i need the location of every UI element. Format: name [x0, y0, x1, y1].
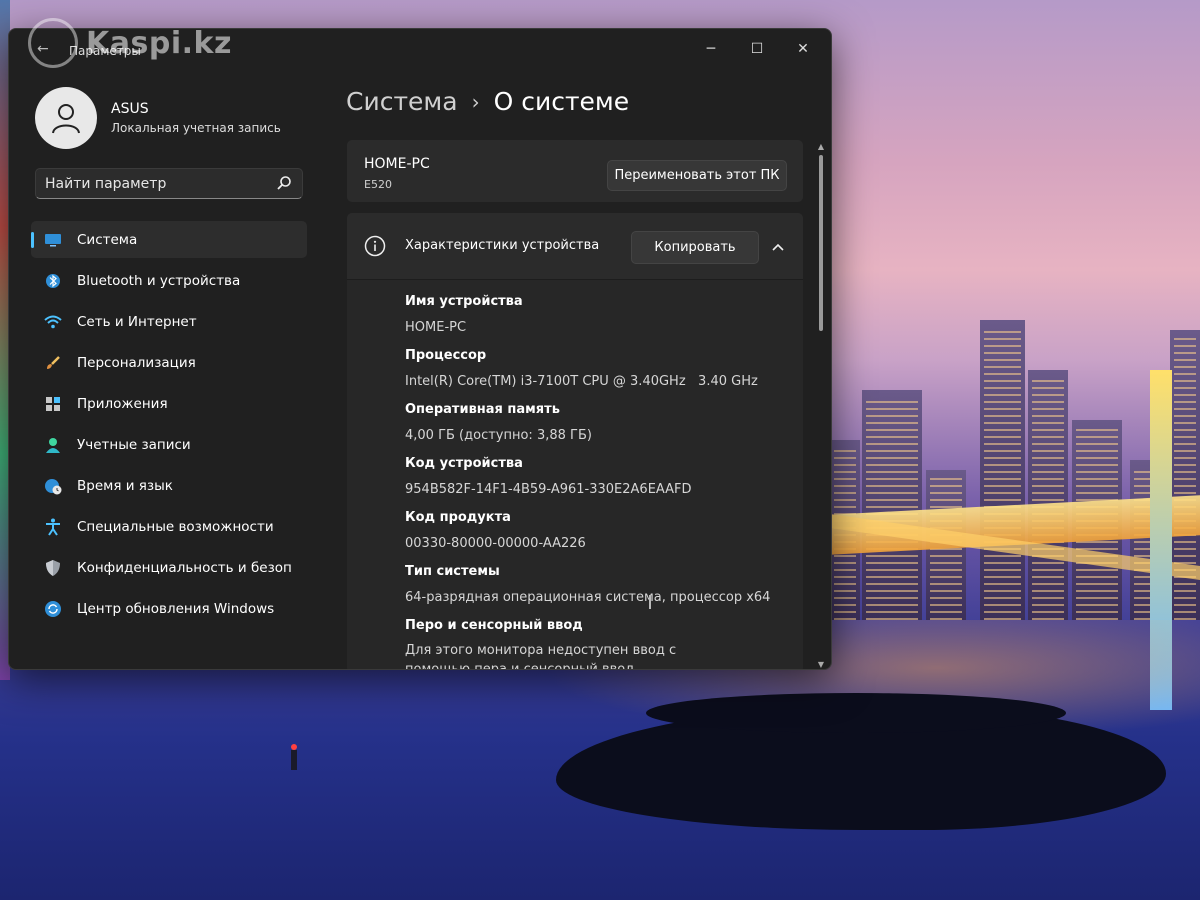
monitor-icon: [43, 230, 63, 250]
watermark: Kaspi.kz: [28, 18, 232, 68]
spec-pen-touch: Перо и сенсорный ввод Для этого монитора…: [405, 617, 770, 670]
device-specs-list: Имя устройства HOME-PC Процессор Intel(R…: [405, 293, 770, 670]
pc-name: HOME-PC: [364, 156, 430, 172]
sidebar-item-label: Специальные возможности: [77, 518, 274, 535]
sidebar-item-label: Bluetooth и устройства: [77, 272, 241, 289]
shield-icon: [43, 558, 63, 578]
wifi-icon: [43, 312, 63, 332]
pc-model: E520: [364, 178, 392, 191]
scrollbar[interactable]: ▲ ▼: [817, 143, 825, 669]
apps-icon: [43, 394, 63, 414]
search-input[interactable]: Найти параметр: [35, 168, 303, 199]
update-icon: [43, 599, 63, 619]
person-icon: [43, 435, 63, 455]
sidebar-item-system[interactable]: Система: [31, 221, 307, 258]
sidebar-nav: Система Bluetooth и устройства Сеть и Ин…: [31, 221, 307, 631]
close-button[interactable]: ✕: [781, 35, 825, 63]
copy-button[interactable]: Копировать: [631, 231, 759, 264]
text-cursor-icon: [649, 595, 651, 609]
person-avatar-icon: [52, 104, 80, 134]
sidebar-item-label: Система: [77, 231, 138, 248]
sidebar-item-label: Персонализация: [77, 354, 196, 371]
sidebar-item-network[interactable]: Сеть и Интернет: [31, 303, 307, 340]
minimize-button[interactable]: ─: [689, 35, 733, 63]
sidebar-item-accounts[interactable]: Учетные записи: [31, 426, 307, 463]
sidebar-item-bluetooth[interactable]: Bluetooth и устройства: [31, 262, 307, 299]
rename-pc-button[interactable]: Переименовать этот ПК: [607, 160, 787, 191]
settings-window: ← Параметры ─ ☐ ✕ ASUS Локальная учетная…: [8, 28, 832, 670]
spec-system-type: Тип системы 64-разрядная операционная си…: [405, 563, 770, 607]
profile-account-type: Локальная учетная запись: [111, 121, 281, 135]
spec-value: HOME-PC: [405, 320, 467, 335]
chevron-up-icon[interactable]: [771, 237, 785, 256]
spec-value: 00330-80000-00000-AA226: [405, 536, 586, 551]
spec-label: Имя устройства: [405, 294, 523, 309]
city-skyline: [830, 320, 1200, 620]
brush-icon: [43, 353, 63, 373]
spec-device-name: Имя устройства HOME-PC: [405, 293, 770, 337]
info-icon: [364, 235, 386, 261]
scroll-down-icon[interactable]: ▼: [817, 661, 825, 669]
sidebar-item-label: Центр обновления Windows: [77, 600, 275, 617]
breadcrumb: Система › О системе: [346, 87, 629, 116]
sidebar-item-label: Сеть и Интернет: [77, 313, 197, 330]
profile-name: ASUS: [111, 101, 149, 117]
sidebar-item-label: Конфиденциальность и безопасность: [77, 559, 291, 576]
buoy: [291, 744, 297, 770]
device-specs-card: Характеристики устройства Копировать Имя…: [347, 213, 803, 670]
page-title: О системе: [493, 87, 630, 116]
sidebar-item-label: Время и язык: [77, 477, 173, 494]
device-specs-title: Характеристики устройства: [405, 238, 600, 253]
spec-ram: Оперативная память 4,00 ГБ (доступно: 3,…: [405, 401, 770, 445]
sidebar-item-personalization[interactable]: Персонализация: [31, 344, 307, 381]
sidebar-item-label: Приложения: [77, 395, 168, 412]
globe-clock-icon: [43, 476, 63, 496]
spec-product-id: Код продукта 00330-80000-00000-AA226: [405, 509, 770, 553]
user-profile[interactable]: ASUS Локальная учетная запись: [35, 87, 281, 149]
bluetooth-icon: [43, 271, 63, 291]
avatar[interactable]: [35, 87, 97, 149]
sidebar-item-apps[interactable]: Приложения: [31, 385, 307, 422]
spec-label: Оперативная память: [405, 402, 560, 417]
scroll-up-icon[interactable]: ▲: [817, 143, 825, 151]
spec-value: Для этого монитора недоступен ввод с пом…: [405, 643, 677, 670]
spec-device-id: Код устройства 954B582F-14F1-4B59-A961-3…: [405, 455, 770, 499]
scrollbar-thumb[interactable]: [819, 155, 823, 331]
sidebar-item-time-language[interactable]: Время и язык: [31, 467, 307, 504]
spec-label: Перо и сенсорный ввод: [405, 618, 583, 633]
breadcrumb-parent[interactable]: Система: [346, 87, 458, 116]
spec-value: 4,00 ГБ (доступно: 3,88 ГБ): [405, 428, 592, 443]
spec-label: Тип системы: [405, 564, 500, 579]
sidebar-item-privacy[interactable]: Конфиденциальность и безопасность: [31, 549, 307, 586]
device-specs-header[interactable]: Характеристики устройства Копировать: [347, 213, 803, 280]
maximize-button[interactable]: ☐: [735, 35, 779, 63]
accessibility-icon: [43, 517, 63, 537]
spec-value: 64-разрядная операционная система, проце…: [405, 590, 771, 605]
sidebar-item-accessibility[interactable]: Специальные возможности: [31, 508, 307, 545]
sidebar-item-windows-update[interactable]: Центр обновления Windows: [31, 590, 307, 627]
watermark-text: Kaspi.kz: [86, 25, 232, 61]
kaspi-logo-icon: [28, 18, 78, 68]
search-icon[interactable]: [276, 175, 292, 195]
pc-name-card: HOME-PC E520 Переименовать этот ПК: [347, 140, 803, 202]
search-placeholder: Найти параметр: [45, 176, 167, 192]
spec-label: Код продукта: [405, 510, 511, 525]
spec-label: Код устройства: [405, 456, 523, 471]
chevron-right-icon: ›: [471, 89, 480, 114]
sidebar-item-label: Учетные записи: [77, 436, 191, 453]
spec-value: 954B582F-14F1-4B59-A961-330E2A6EAAFD: [405, 482, 692, 497]
spec-value: Intel(R) Core(TM) i3-7100T CPU @ 3.40GHz…: [405, 374, 758, 389]
spec-processor: Процессор Intel(R) Core(TM) i3-7100T CPU…: [405, 347, 770, 391]
spec-label: Процессор: [405, 348, 487, 363]
